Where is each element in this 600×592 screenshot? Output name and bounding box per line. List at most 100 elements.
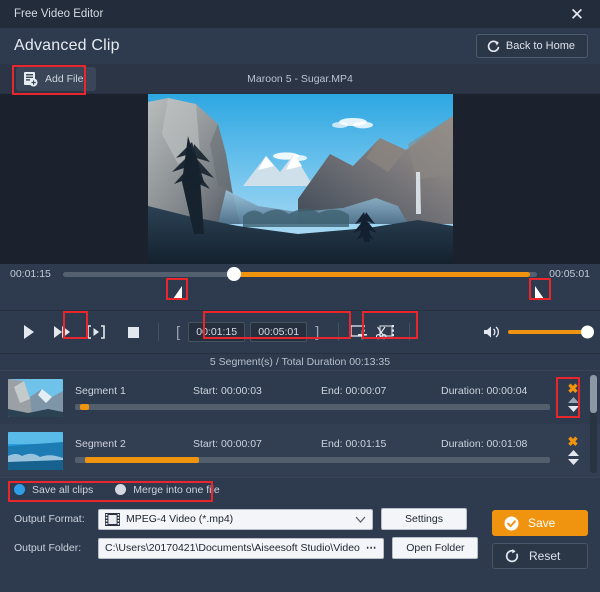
add-file-button[interactable]: Add File <box>16 66 96 91</box>
timeline-playhead-knob[interactable] <box>226 267 241 281</box>
move-up-icon[interactable] <box>567 449 580 457</box>
segment-meta: Segment 1 Start: 00:00:03 End: 00:00:07 … <box>75 385 550 397</box>
output-format-select[interactable]: MPEG-4 Video (*.mp4) <box>98 508 373 530</box>
video-preview[interactable] <box>147 94 453 264</box>
window-title: Free Video Editor <box>14 8 104 20</box>
clip-start-input[interactable]: 00:01:15 <box>188 322 246 342</box>
open-folder-label: Open Folder <box>406 542 465 554</box>
move-down-icon[interactable] <box>567 458 580 466</box>
segment-progress-bar[interactable] <box>75 457 550 463</box>
segment-actions: ✖ <box>560 435 586 466</box>
delete-x-icon[interactable]: ✖ <box>568 382 579 395</box>
set-clip-marker-icon <box>87 325 105 339</box>
play-button[interactable] <box>18 321 40 343</box>
fast-forward-icon <box>53 326 70 338</box>
segment-details: Segment 2 Start: 00:00:07 End: 00:01:15 … <box>63 438 560 463</box>
controls-divider-3 <box>409 323 411 341</box>
check-circle-icon <box>504 516 519 530</box>
table-row[interactable]: Segment 2 Start: 00:00:07 End: 00:01:15 … <box>0 424 600 477</box>
segment-name: Segment 1 <box>75 385 126 397</box>
delete-x-icon[interactable]: ✖ <box>568 435 579 448</box>
segment-thumbnail <box>8 378 63 417</box>
save-all-clips-label: Save all clips <box>32 483 94 496</box>
move-down-icon[interactable] <box>567 405 580 413</box>
clip-start-bracket-button[interactable]: [ <box>173 324 183 341</box>
add-segment-button[interactable] <box>349 324 368 341</box>
save-options: Save all clips Merge into one file <box>0 477 600 501</box>
close-icon[interactable]: ✕ <box>564 2 590 26</box>
clip-end-bracket-button[interactable]: ] <box>312 324 322 341</box>
segment-1-thumbnail-image <box>8 378 63 417</box>
header-bar: Advanced Clip Back to Home <box>0 28 600 64</box>
segment-name: Segment 2 <box>75 438 126 450</box>
output-folder-field[interactable]: C:\Users\20170421\Documents\Aiseesoft St… <box>98 537 385 559</box>
move-up-icon[interactable] <box>567 396 580 404</box>
save-all-clips-option[interactable]: Save all clips <box>14 484 93 496</box>
stop-icon <box>127 326 139 338</box>
segment-progress-fill <box>84 457 199 463</box>
table-row[interactable]: Segment 1 Start: 00:00:03 End: 00:00:07 … <box>0 371 600 424</box>
add-segment-icon <box>349 324 368 339</box>
stop-button[interactable] <box>122 321 144 343</box>
add-file-label: Add File <box>45 72 84 85</box>
volume-icon[interactable] <box>483 325 500 339</box>
set-clip-marker-button[interactable] <box>84 321 108 343</box>
page-title: Advanced Clip <box>14 37 120 54</box>
output-format-label: Output Format: <box>14 513 85 525</box>
output-format-value: MPEG-4 Video (*.mp4) <box>126 513 234 525</box>
volume-slider[interactable] <box>508 325 594 339</box>
segment-actions: ✖ <box>560 382 586 413</box>
segment-duration: Duration: 00:01:08 <box>441 438 528 450</box>
clip-end-input[interactable]: 00:05:01 <box>250 322 308 342</box>
segment-progress-bar[interactable] <box>75 404 550 410</box>
segments-summary: 5 Segment(s) / Total Duration 00:13:35 <box>0 354 600 371</box>
yosemite-valley-image <box>147 94 453 264</box>
split-button[interactable] <box>376 324 395 341</box>
back-to-home-button[interactable]: Back to Home <box>475 34 588 58</box>
free-video-editor-window: Free Video Editor ✕ Advanced Clip Back t… <box>0 0 600 592</box>
trim-handle-row <box>0 284 600 306</box>
clip-range-group: [ 00:01:15 00:05:01 ] <box>173 322 322 342</box>
segment-details: Segment 1 Start: 00:00:03 End: 00:00:07 … <box>63 385 560 410</box>
action-buttons: Save Reset <box>492 510 588 569</box>
timeline-start-time: 00:01:15 <box>10 268 51 280</box>
ellipsis-icon[interactable]: ⋯ <box>366 542 378 554</box>
segment-thumbnail <box>8 431 63 470</box>
reset-circular-arrow-icon <box>505 548 519 562</box>
output-folder-value: C:\Users\20170421\Documents\Aiseesoft St… <box>105 542 360 554</box>
play-icon <box>24 325 34 339</box>
add-file-bar: Add File Maroon 5 - Sugar.MP4 <box>0 64 600 94</box>
timeline-row: 00:01:15 00:05:01 <box>0 264 600 284</box>
reset-button[interactable]: Reset <box>492 543 588 569</box>
merge-into-one-file-option[interactable]: Merge into one file <box>115 484 220 496</box>
segments-scrollbar-thumb[interactable] <box>590 375 597 413</box>
timeline-end-time: 00:05:01 <box>549 268 590 280</box>
segment-2-thumbnail-image <box>8 431 63 470</box>
add-file-icon <box>24 71 38 86</box>
segment-end: End: 00:01:15 <box>321 438 387 450</box>
volume-slider-knob[interactable] <box>581 325 594 339</box>
controls-divider-2 <box>338 323 340 341</box>
open-folder-button[interactable]: Open Folder <box>392 537 479 559</box>
segments-scrollbar[interactable] <box>590 375 597 473</box>
split-scissors-icon <box>376 324 395 339</box>
settings-button[interactable]: Settings <box>381 508 467 530</box>
output-panel: Output Format: MPEG-4 Video (*.mp4) Sett… <box>0 501 600 571</box>
fast-forward-button[interactable] <box>50 321 74 343</box>
timeline-selection-fill <box>233 271 531 277</box>
volume-control <box>483 325 594 339</box>
segment-start: Start: 00:00:07 <box>193 438 262 450</box>
clip-action-icons <box>349 324 395 341</box>
video-preview-area <box>0 94 600 264</box>
transport-controls: [ 00:01:15 00:05:01 ] <box>0 310 600 354</box>
title-bar: Free Video Editor ✕ <box>0 0 600 28</box>
chevron-down-icon[interactable] <box>355 516 366 523</box>
save-button[interactable]: Save <box>492 510 588 536</box>
segments-list: Segment 1 Start: 00:00:03 End: 00:00:07 … <box>0 371 600 477</box>
trim-start-handle-icon[interactable] <box>172 286 183 300</box>
trim-end-handle-icon[interactable] <box>534 286 545 300</box>
timeline-area: 00:01:15 00:05:01 <box>0 264 600 310</box>
timeline-track[interactable] <box>62 267 538 281</box>
radio-unselected-icon[interactable] <box>115 484 127 495</box>
radio-selected-icon[interactable] <box>14 484 25 495</box>
